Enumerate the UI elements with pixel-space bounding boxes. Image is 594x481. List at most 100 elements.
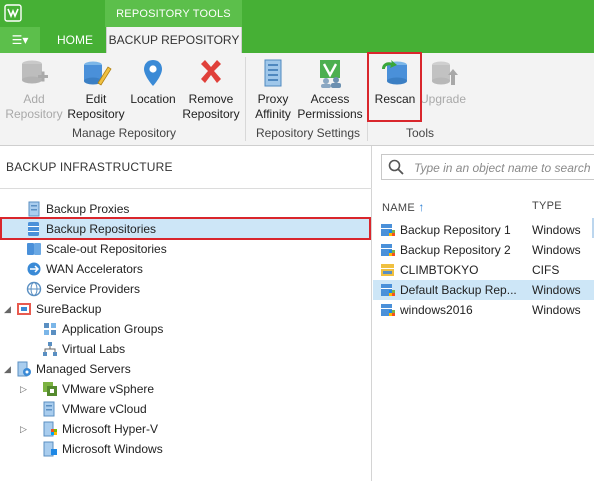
table-row[interactable]: windows2016 Windows — [373, 300, 594, 320]
ribbon-tab-row: ☰▾ HOME BACKUP REPOSITORY — [0, 27, 594, 53]
map-pin-icon — [144, 60, 162, 86]
tree-label: Application Groups — [62, 322, 164, 336]
wan-icon — [27, 262, 41, 276]
repository-icon — [381, 304, 395, 316]
edit-repository-label-2: Repository — [67, 107, 125, 121]
tree-item-vmware-vsphere[interactable]: ▷ VMware vSphere — [20, 379, 340, 399]
remove-repository-button[interactable]: Remove Repository — [180, 57, 242, 122]
column-name-label: NAME — [382, 202, 415, 214]
location-button[interactable]: Location — [126, 57, 180, 107]
row-name: windows2016 — [400, 303, 473, 317]
tree-label: Microsoft Hyper-V — [62, 422, 159, 436]
row-name: Backup Repository 1 — [400, 223, 511, 237]
search-icon — [388, 159, 404, 175]
tree-item-scaleout-repositories[interactable]: Scale-out Repositories — [26, 239, 326, 259]
tree-label: WAN Accelerators — [46, 262, 143, 276]
collapsed-arrow-icon[interactable]: ▷ — [20, 379, 27, 399]
add-repository-label-2: Repository — [5, 107, 63, 121]
tree-label: Service Providers — [46, 282, 141, 296]
tree-item-vmware-vcloud[interactable]: VMware vCloud — [42, 399, 342, 419]
tree-item-wan-accelerators[interactable]: WAN Accelerators — [26, 259, 326, 279]
repository-list-panel: Type in an object name to search for NAM… — [373, 146, 594, 481]
proxy-icon — [28, 201, 40, 217]
table-row-selected[interactable]: Default Backup Rep... Windows — [373, 280, 594, 300]
location-label: Location — [130, 92, 176, 106]
row-type: Windows — [532, 303, 581, 317]
selection-highlight-box — [0, 217, 371, 240]
row-type: CIFS — [532, 263, 560, 277]
row-type: Windows — [532, 243, 581, 257]
search-box[interactable]: Type in an object name to search for — [381, 154, 594, 180]
column-header-name[interactable]: NAME ↑ — [382, 200, 425, 214]
collapsed-arrow-icon[interactable]: ▷ — [20, 419, 27, 439]
access-permissions-label-2: Permissions — [297, 107, 363, 121]
tree-label: Managed Servers — [36, 362, 131, 376]
tree-item-microsoft-hyperv[interactable]: ▷ Microsoft Hyper-V — [20, 419, 340, 439]
upgrade-label: Upgrade — [420, 92, 467, 106]
column-header-type[interactable]: TYPE — [532, 200, 562, 212]
scaleout-icon — [27, 243, 41, 255]
tree-label: Virtual Labs — [62, 342, 126, 356]
managed-servers-icon — [17, 361, 31, 377]
database-add-icon — [22, 60, 48, 84]
tree-item-surebackup[interactable]: ◢ SureBackup — [4, 299, 324, 319]
tree-label: SureBackup — [36, 302, 102, 316]
remove-repository-label-2: Repository — [182, 107, 240, 121]
main-menu-button[interactable]: ☰▾ — [0, 27, 40, 53]
upgrade-button[interactable]: Upgrade — [420, 57, 466, 107]
row-name: Backup Repository 2 — [400, 243, 511, 257]
ribbon-separator — [245, 57, 246, 141]
group-label-repository-settings: Repository Settings — [255, 126, 361, 140]
row-name: Default Backup Rep... — [400, 283, 517, 297]
app-groups-icon — [44, 323, 56, 335]
tab-backup-repository[interactable]: BACKUP REPOSITORY — [106, 27, 242, 53]
access-permissions-label-1: Access — [310, 92, 350, 106]
panel-header: BACKUP INFRASTRUCTURE — [6, 160, 173, 174]
tree-item-virtual-labs[interactable]: Virtual Labs — [42, 339, 342, 359]
veeam-logo-icon — [4, 4, 22, 22]
database-edit-icon — [84, 61, 112, 86]
edit-repository-label-1: Edit — [85, 92, 107, 106]
red-x-icon — [201, 60, 221, 83]
title-bar: REPOSITORY TOOLS — [0, 0, 594, 27]
windows-server-icon — [43, 441, 57, 457]
tree-label: VMware vSphere — [62, 382, 155, 396]
surebackup-icon — [17, 303, 31, 315]
search-input[interactable]: Type in an object name to search for — [414, 161, 594, 175]
table-row[interactable]: Backup Repository 1 Windows — [373, 220, 594, 240]
hyperv-icon — [43, 421, 57, 437]
tree-label: Backup Proxies — [46, 202, 130, 216]
upgrade-icon — [432, 61, 458, 85]
vcloud-icon — [43, 401, 55, 417]
rescan-highlight-box — [367, 52, 422, 122]
service-provider-icon — [26, 281, 42, 297]
row-name: CLIMBTOKYO — [400, 263, 479, 277]
tree-item-application-groups[interactable]: Application Groups — [42, 319, 342, 339]
add-repository-label-1: Add — [23, 92, 45, 106]
tree-item-managed-servers[interactable]: ◢ Managed Servers — [4, 359, 324, 379]
tree-item-backup-proxies[interactable]: Backup Proxies — [26, 199, 326, 219]
cifs-share-icon — [381, 264, 394, 276]
edit-repository-button[interactable]: Edit Repository — [66, 57, 126, 122]
tree-label: VMware vCloud — [62, 402, 147, 416]
remove-repository-label-1: Remove — [188, 92, 234, 106]
row-type: Windows — [532, 223, 581, 237]
tree-item-service-providers[interactable]: Service Providers — [26, 279, 326, 299]
add-repository-button[interactable]: Add Repository — [4, 57, 64, 122]
vsphere-icon — [43, 382, 57, 396]
expanded-arrow-icon[interactable]: ◢ — [4, 299, 11, 319]
sort-ascending-icon: ↑ — [418, 200, 425, 214]
proxy-affinity-label-1: Proxy — [257, 92, 289, 106]
table-row[interactable]: CLIMBTOKYO CIFS — [373, 260, 594, 280]
table-row[interactable]: Backup Repository 2 Windows — [373, 240, 594, 260]
repository-icon — [381, 284, 395, 296]
access-permissions-button[interactable]: Access Permissions — [296, 57, 364, 122]
expanded-arrow-icon[interactable]: ◢ — [4, 359, 11, 379]
ribbon: Add Repository Edit Repository Location … — [0, 52, 594, 146]
tree-item-microsoft-windows[interactable]: Microsoft Windows — [42, 439, 342, 459]
proxy-affinity-button[interactable]: Proxy Affinity — [250, 57, 296, 122]
group-label-tools: Tools — [405, 126, 434, 140]
repository-icon — [381, 224, 395, 236]
tab-home[interactable]: HOME — [44, 27, 106, 53]
row-type: Windows — [532, 283, 581, 297]
